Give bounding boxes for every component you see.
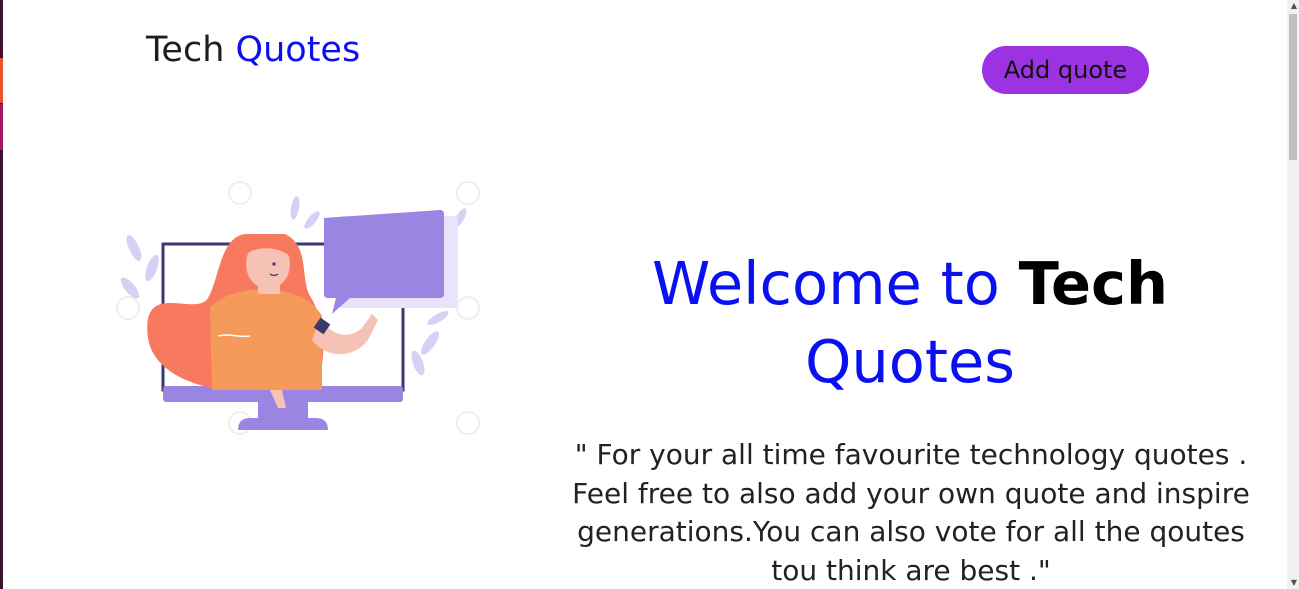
- page: Tech Quotes Add quote Welcome to Tech Qu…: [0, 0, 1299, 589]
- woman-in-monitor-illustration: [116, 181, 480, 435]
- edge-strip-segment: [0, 58, 3, 103]
- scrollbar-thumb[interactable]: [1289, 14, 1297, 160]
- page-scrollbar[interactable]: ▲ ▼: [1287, 0, 1299, 589]
- hero-title-tech: Tech: [1018, 249, 1169, 318]
- speech-bubble-icon: [324, 210, 458, 314]
- hero-description: " For your all time favourite technology…: [572, 438, 1250, 587]
- edge-strip-segment: [0, 104, 3, 150]
- add-quote-button[interactable]: Add quote: [982, 46, 1149, 94]
- brand-text-quotes: Quotes: [235, 30, 361, 70]
- hero-title-welcome: Welcome to: [651, 249, 1000, 318]
- hero-title-quotes: Quotes: [804, 327, 1016, 396]
- brand-logo[interactable]: Tech Quotes: [146, 26, 360, 74]
- desktop-edge-strip: [0, 0, 3, 589]
- hero-title: Welcome to Tech Quotes: [610, 245, 1210, 401]
- brand-text-tech: Tech: [146, 30, 225, 70]
- scroll-up-arrow-icon[interactable]: ▲: [1291, 1, 1297, 11]
- scroll-down-arrow-icon[interactable]: ▼: [1291, 578, 1297, 588]
